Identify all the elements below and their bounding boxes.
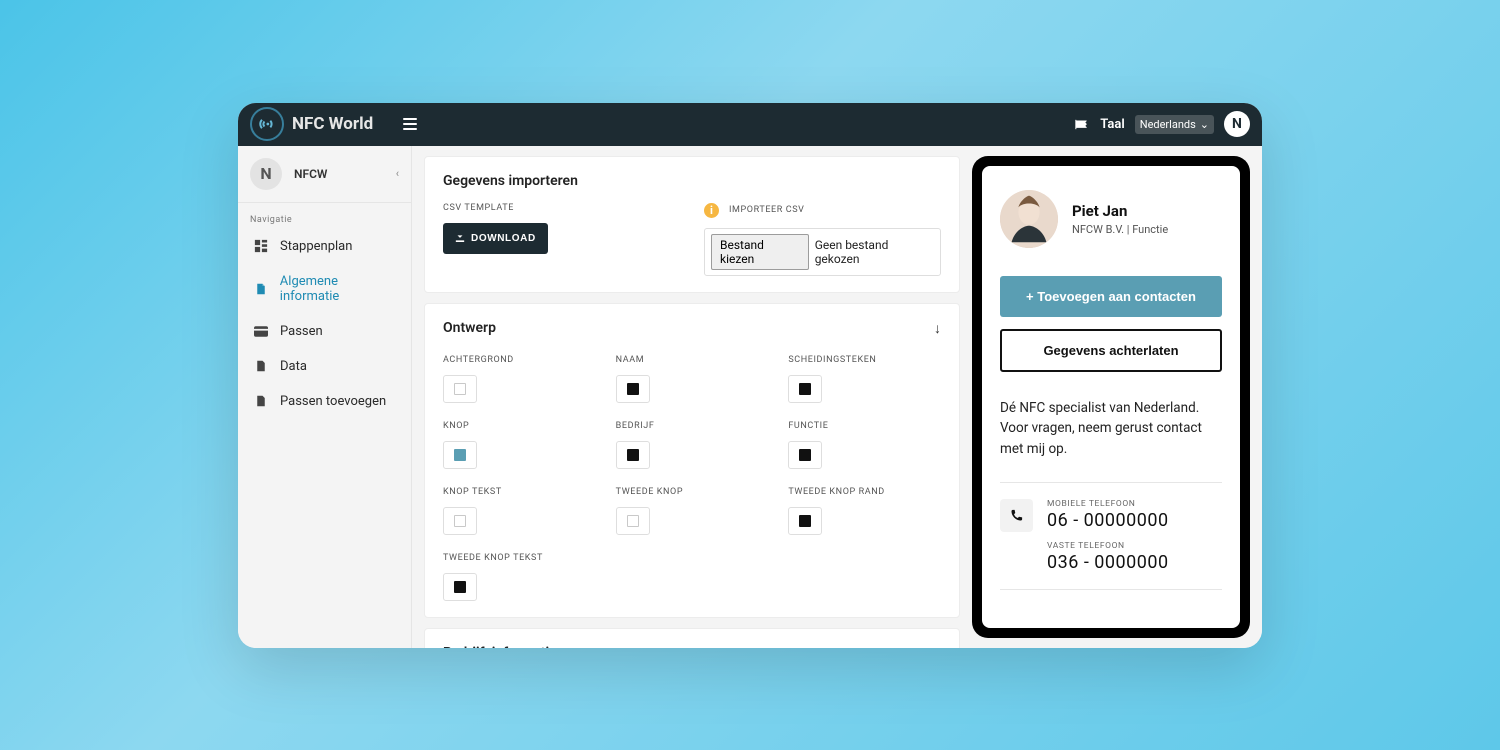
nav-label: Algemene informatie	[280, 274, 399, 304]
nav-label: Passen toevoegen	[280, 394, 386, 409]
card-import: Gegevens importeren CSV TEMPLATE DOWNLOA…	[424, 156, 960, 293]
topbar: NFC World Taal Nederlands ⌄ N	[238, 103, 1262, 146]
field-label: ACHTERGROND	[443, 355, 596, 365]
brand-logo-icon	[250, 107, 284, 141]
color-swatch[interactable]	[443, 441, 477, 469]
download-button[interactable]: DOWNLOAD	[443, 223, 548, 254]
nav-label: Data	[280, 359, 307, 374]
nav-heading: Navigatie	[238, 203, 411, 229]
main-content: Gegevens importeren CSV TEMPLATE DOWNLOA…	[412, 146, 1262, 648]
field-label: CSV TEMPLATE	[443, 203, 680, 213]
color-swatch[interactable]	[788, 375, 822, 403]
preview-description: Dé NFC specialist van Nederland. Voor vr…	[1000, 398, 1222, 461]
add-contact-button[interactable]: + Toevoegen aan contacten	[1000, 276, 1222, 317]
divider	[1000, 589, 1222, 590]
nav-item-passen[interactable]: Passen	[238, 314, 411, 349]
color-field: FUNCTIE	[788, 421, 941, 469]
card-company: Bedrijfsinformatie ↓ BEDRIJF	[424, 628, 960, 648]
app-window: NFC World Taal Nederlands ⌄ N N NFCW ‹ N…	[238, 103, 1262, 648]
download-label: DOWNLOAD	[471, 233, 536, 244]
language-selected: Nederlands	[1140, 118, 1196, 131]
field-label: SCHEIDINGSTEKEN	[788, 355, 941, 365]
field-label: NAAM	[616, 355, 769, 365]
color-swatch[interactable]	[443, 573, 477, 601]
color-field: TWEEDE KNOP TEKST	[443, 553, 596, 601]
card-title: Gegevens importeren	[443, 173, 941, 189]
field-label: IMPORTEER CSV	[729, 205, 804, 215]
field-label: KNOP	[443, 421, 596, 431]
field-label: TWEEDE KNOP	[616, 487, 769, 497]
divider	[1000, 482, 1222, 483]
sidebar: N NFCW ‹ Navigatie Stappenplan Algemene …	[238, 146, 412, 648]
contact-label: MOBIELE TELEFOON	[1047, 499, 1222, 509]
color-field: KNOP	[443, 421, 596, 469]
field-label: TWEEDE KNOP TEKST	[443, 553, 596, 563]
preview-name: Piet Jan	[1072, 202, 1168, 220]
preview-subtitle: NFCW B.V. | Functie	[1072, 223, 1168, 236]
color-field: SCHEIDINGSTEKEN	[788, 355, 941, 403]
field-label: BEDRIJF	[616, 421, 769, 431]
choose-file-button[interactable]: Bestand kiezen	[711, 234, 809, 270]
file-status: Geen bestand gekozen	[815, 238, 934, 266]
card-title: Bedrijfsinformatie	[443, 645, 557, 648]
file-icon	[254, 282, 268, 296]
color-swatch[interactable]	[788, 507, 822, 535]
color-field: KNOP TEKST	[443, 487, 596, 535]
color-swatch[interactable]	[616, 375, 650, 403]
color-swatch[interactable]	[788, 441, 822, 469]
nav-label: Passen	[280, 324, 323, 339]
sidebar-avatar: N	[250, 158, 282, 190]
field-label: TWEEDE KNOP RAND	[788, 487, 941, 497]
user-avatar-top[interactable]: N	[1224, 111, 1250, 137]
leave-details-button[interactable]: Gegevens achterlaten	[1000, 329, 1222, 372]
flag-icon	[1074, 119, 1090, 130]
color-field: BEDRIJF	[616, 421, 769, 469]
contact-item[interactable]: VASTE TELEFOON036 - 0000000	[1047, 541, 1222, 573]
field-label: KNOP TEKST	[443, 487, 596, 497]
contact-item[interactable]: MOBIELE TELEFOON06 - 00000000	[1047, 499, 1222, 531]
contact-value: 06 - 00000000	[1047, 510, 1222, 531]
brand-name: NFC World	[292, 114, 373, 134]
collapse-icon[interactable]: ↓	[934, 320, 941, 337]
grid-icon	[254, 239, 268, 253]
sidebar-collapse-icon[interactable]: ‹	[396, 167, 399, 180]
language-select[interactable]: Nederlands ⌄	[1135, 115, 1214, 134]
color-swatch[interactable]	[616, 441, 650, 469]
color-field: TWEEDE KNOP	[616, 487, 769, 535]
download-icon	[455, 232, 465, 245]
color-field: ACHTERGROND	[443, 355, 596, 403]
contact-value: 036 - 0000000	[1047, 552, 1222, 573]
file-icon	[254, 394, 268, 408]
file-input[interactable]: Bestand kiezen Geen bestand gekozen	[704, 228, 941, 276]
field-label: FUNCTIE	[788, 421, 941, 431]
color-swatch[interactable]	[616, 507, 650, 535]
collapse-icon[interactable]: ↓	[934, 645, 941, 648]
file-icon	[254, 359, 268, 373]
chevron-down-icon: ⌄	[1200, 118, 1209, 131]
nav-item-algemene-informatie[interactable]: Algemene informatie	[238, 264, 411, 314]
nav-item-stappenplan[interactable]: Stappenplan	[238, 229, 411, 264]
preview-phone: Piet Jan NFCW B.V. | Functie + Toevoegen…	[972, 156, 1250, 638]
color-swatch[interactable]	[443, 375, 477, 403]
card-icon	[254, 324, 268, 338]
info-icon[interactable]: i	[704, 203, 719, 218]
card-title: Ontwerp	[443, 320, 496, 336]
language-label: Taal	[1100, 117, 1124, 132]
color-field: NAAM	[616, 355, 769, 403]
preview-avatar	[1000, 190, 1058, 248]
menu-toggle-icon[interactable]	[403, 118, 417, 130]
color-swatch[interactable]	[443, 507, 477, 535]
contact-label: VASTE TELEFOON	[1047, 541, 1222, 551]
card-design: Ontwerp ↓ ACHTERGROND NAAM SCHEIDINGSTEKEN…	[424, 303, 960, 618]
brand: NFC World	[250, 107, 373, 141]
nav-label: Stappenplan	[280, 239, 352, 254]
color-field: TWEEDE KNOP RAND	[788, 487, 941, 535]
nav-item-data[interactable]: Data	[238, 349, 411, 384]
phone-icon	[1000, 499, 1033, 532]
sidebar-user[interactable]: N NFCW ‹	[238, 146, 411, 203]
nav-item-passen-toevoegen[interactable]: Passen toevoegen	[238, 384, 411, 419]
sidebar-username: NFCW	[294, 167, 327, 181]
